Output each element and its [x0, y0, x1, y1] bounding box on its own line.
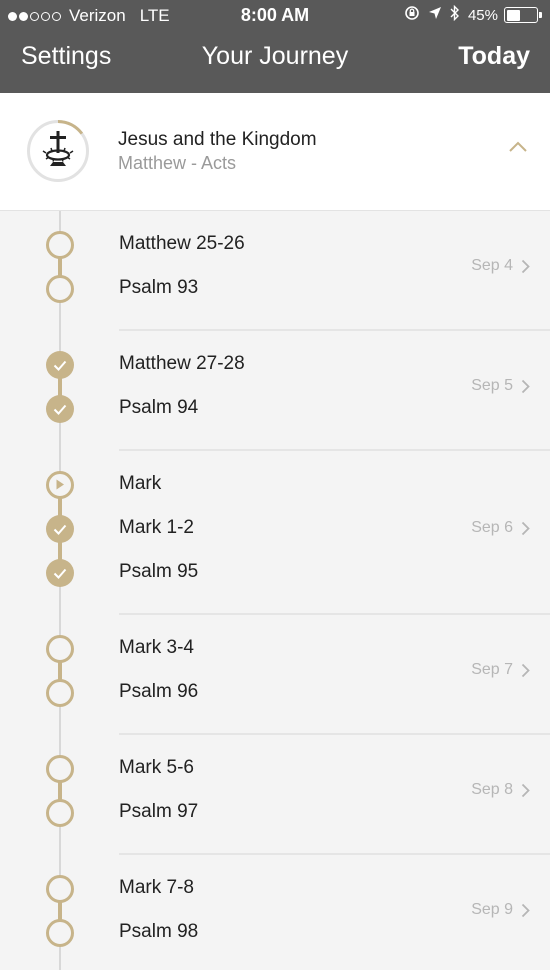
reading-label[interactable]: Psalm 93	[119, 277, 198, 299]
chevron-right-icon[interactable]	[521, 903, 530, 923]
bluetooth-icon	[450, 4, 460, 25]
checkmark-circle-icon[interactable]	[46, 559, 74, 587]
chevron-right-icon[interactable]	[521, 783, 530, 803]
incomplete-circle-icon[interactable]	[46, 275, 74, 303]
reading-label[interactable]: Matthew 25-26	[119, 233, 245, 255]
day-group[interactable]: Mark 7-8 Psalm 98 Sep 9	[0, 855, 550, 970]
reading-label[interactable]: Mark	[119, 473, 161, 495]
top-bar: Verizon LTE 8:00 AM 45% Settings Your Jo…	[0, 0, 550, 93]
reading-label[interactable]: Psalm 94	[119, 397, 198, 419]
checkmark-circle-icon[interactable]	[46, 351, 74, 379]
reading-label[interactable]: Psalm 96	[119, 681, 198, 703]
day-date: Sep 7	[471, 661, 513, 678]
incomplete-circle-icon[interactable]	[46, 679, 74, 707]
incomplete-circle-icon[interactable]	[46, 919, 74, 947]
day-group[interactable]: Matthew 27-28 Psalm 94 Sep 5	[0, 331, 550, 451]
day-date: Sep 5	[471, 377, 513, 394]
reading-label[interactable]: Matthew 27-28	[119, 353, 245, 375]
plan-title: Jesus and the Kingdom	[118, 129, 317, 150]
reading-label[interactable]: Mark 5-6	[119, 757, 194, 779]
incomplete-circle-icon[interactable]	[46, 799, 74, 827]
day-group[interactable]: Mark Mark 1-2 Psalm 95 Sep 6	[0, 451, 550, 615]
day-date: Sep 4	[471, 257, 513, 274]
battery-icon	[504, 7, 542, 23]
incomplete-circle-icon[interactable]	[46, 875, 74, 903]
reading-label[interactable]: Psalm 98	[119, 921, 198, 943]
navigation-bar: Settings Your Journey Today	[0, 36, 550, 80]
plan-subtitle: Matthew - Acts	[118, 153, 237, 173]
chevron-right-icon[interactable]	[521, 521, 530, 541]
chevron-right-icon[interactable]	[521, 259, 530, 279]
reading-label[interactable]: Mark 1-2	[119, 517, 194, 539]
location-arrow-icon	[428, 6, 442, 24]
crown-of-thorns-cross-icon	[42, 120, 84, 166]
battery-percentage: 45%	[467, 6, 498, 24]
reading-label[interactable]: Psalm 95	[119, 561, 198, 583]
day-date: Sep 6	[471, 519, 513, 536]
day-group[interactable]: Mark 5-6 Psalm 97 Sep 8	[0, 735, 550, 855]
today-button[interactable]: Today	[458, 42, 530, 71]
status-bar: Verizon LTE 8:00 AM 45%	[0, 0, 550, 32]
plan-progress-badge	[27, 120, 89, 182]
day-group[interactable]: Matthew 25-26 Psalm 93 Sep 4	[0, 211, 550, 331]
checkmark-circle-icon[interactable]	[46, 395, 74, 423]
checkmark-circle-icon[interactable]	[46, 515, 74, 543]
day-date: Sep 9	[471, 901, 513, 918]
incomplete-circle-icon[interactable]	[46, 231, 74, 259]
incomplete-circle-icon[interactable]	[46, 635, 74, 663]
chevron-up-icon[interactable]	[508, 140, 528, 158]
reading-label[interactable]: Mark 7-8	[119, 877, 194, 899]
rotation-lock-icon	[404, 5, 420, 25]
plan-header[interactable]: Jesus and the Kingdom Matthew - Acts	[0, 93, 550, 211]
incomplete-circle-icon[interactable]	[46, 755, 74, 783]
reading-label[interactable]: Mark 3-4	[119, 637, 194, 659]
reading-label[interactable]: Psalm 97	[119, 801, 198, 823]
play-circle-icon[interactable]	[46, 471, 74, 499]
day-date: Sep 8	[471, 781, 513, 798]
chevron-right-icon[interactable]	[521, 663, 530, 683]
day-group[interactable]: Mark 3-4 Psalm 96 Sep 7	[0, 615, 550, 735]
chevron-right-icon[interactable]	[521, 379, 530, 399]
